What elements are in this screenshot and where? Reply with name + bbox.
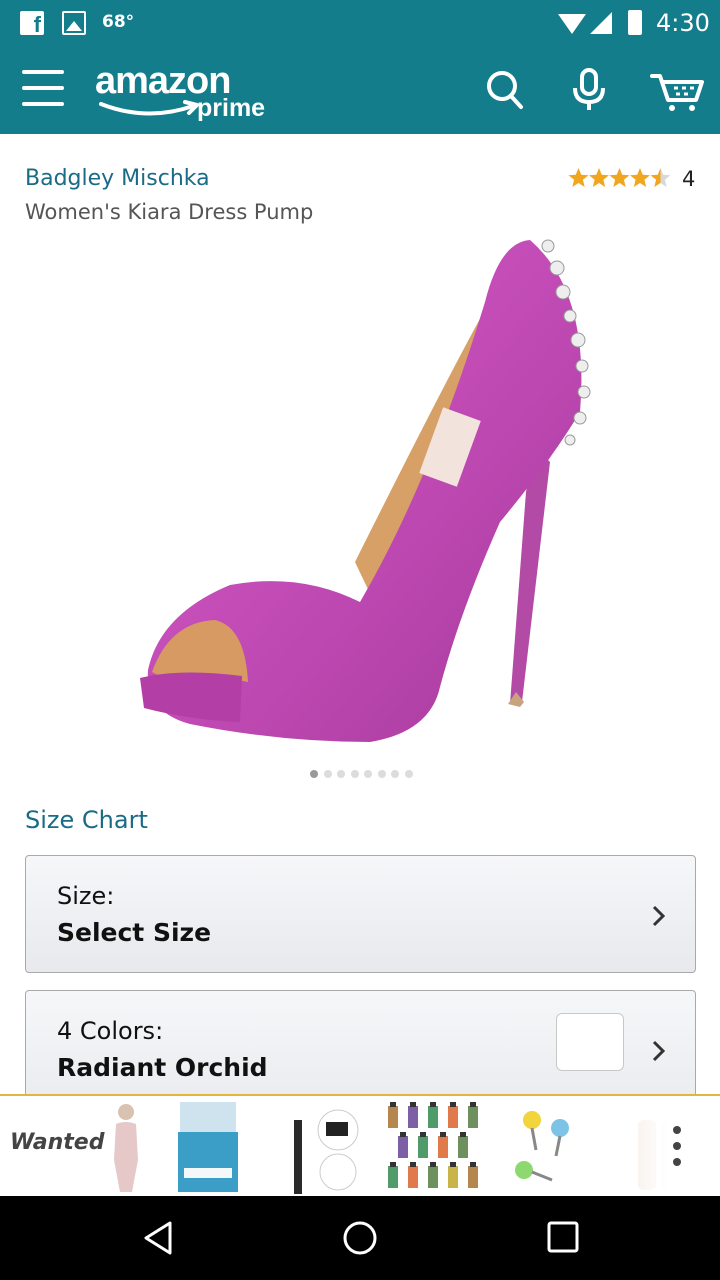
- star-icon: [630, 168, 650, 187]
- color-count-label: 4 Colors:: [57, 1017, 164, 1045]
- rating-summary[interactable]: 4: [568, 165, 698, 193]
- carousel-dot[interactable]: [377, 770, 386, 778]
- menu-icon[interactable]: [22, 70, 64, 106]
- star-icon: [568, 168, 589, 187]
- carousel-dot[interactable]: [323, 770, 332, 778]
- color-value: Radiant Orchid: [57, 1053, 268, 1082]
- ad-more-area: [633, 1096, 720, 1196]
- image-carousel-dots[interactable]: [310, 770, 420, 780]
- system-navigation-bar: [0, 1196, 720, 1280]
- battery-icon: [628, 10, 642, 35]
- status-bar: 68° 4:30: [0, 0, 720, 48]
- size-chart-link[interactable]: Size Chart: [25, 806, 148, 834]
- chevron-right-icon: [652, 1040, 666, 1062]
- carousel-dot[interactable]: [364, 770, 372, 778]
- recent-apps-icon[interactable]: [546, 1220, 580, 1254]
- logo-subtext: prime: [197, 94, 266, 122]
- star-rating-icon: [568, 168, 671, 187]
- size-label: Size:: [57, 882, 115, 910]
- star-icon: [609, 168, 630, 187]
- product-title: Women's Kiara Dress Pump: [25, 200, 314, 224]
- clock-time: 4:30: [656, 9, 710, 37]
- app-header: amazon prime: [0, 48, 720, 134]
- signal-icon: [590, 12, 612, 34]
- cart-icon[interactable]: [650, 70, 704, 112]
- ad-product-thumbnail[interactable]: [104, 1100, 148, 1194]
- ad-title: Wanted: [10, 1130, 105, 1155]
- carousel-dot[interactable]: [391, 770, 399, 778]
- size-selector[interactable]: Size: Select Size: [25, 855, 696, 973]
- product-image[interactable]: [130, 232, 600, 752]
- carousel-dot[interactable]: [350, 770, 359, 778]
- star-icon: [589, 168, 609, 187]
- ad-banner[interactable]: Wanted: [0, 1094, 720, 1196]
- ad-product-thumbnail[interactable]: [282, 1100, 360, 1194]
- ad-product-thumbnail[interactable]: [176, 1100, 242, 1194]
- rating-count: 4: [682, 167, 696, 191]
- carousel-dot[interactable]: [337, 770, 345, 778]
- star-icon: [650, 168, 671, 187]
- image-notification-icon: [62, 11, 86, 35]
- temperature-text: 68°: [102, 12, 135, 32]
- facebook-icon: [20, 11, 44, 38]
- brand-link[interactable]: Badgley Mischka: [25, 166, 210, 191]
- carousel-dot[interactable]: [404, 770, 413, 778]
- carousel-dot[interactable]: [310, 770, 318, 778]
- amazon-prime-logo[interactable]: amazon prime: [95, 60, 285, 124]
- search-icon[interactable]: [486, 70, 524, 110]
- ad-product-thumbnail[interactable]: [384, 1100, 480, 1194]
- size-value: Select Size: [57, 918, 212, 947]
- microphone-icon[interactable]: [572, 68, 606, 112]
- chevron-right-icon: [652, 905, 666, 927]
- home-icon[interactable]: [342, 1220, 378, 1256]
- smile-arrow-icon: [99, 100, 199, 116]
- ad-product-thumbnail[interactable]: [512, 1100, 576, 1194]
- back-icon[interactable]: [142, 1220, 174, 1256]
- wifi-icon: [558, 14, 586, 34]
- color-swatch: [556, 1013, 624, 1071]
